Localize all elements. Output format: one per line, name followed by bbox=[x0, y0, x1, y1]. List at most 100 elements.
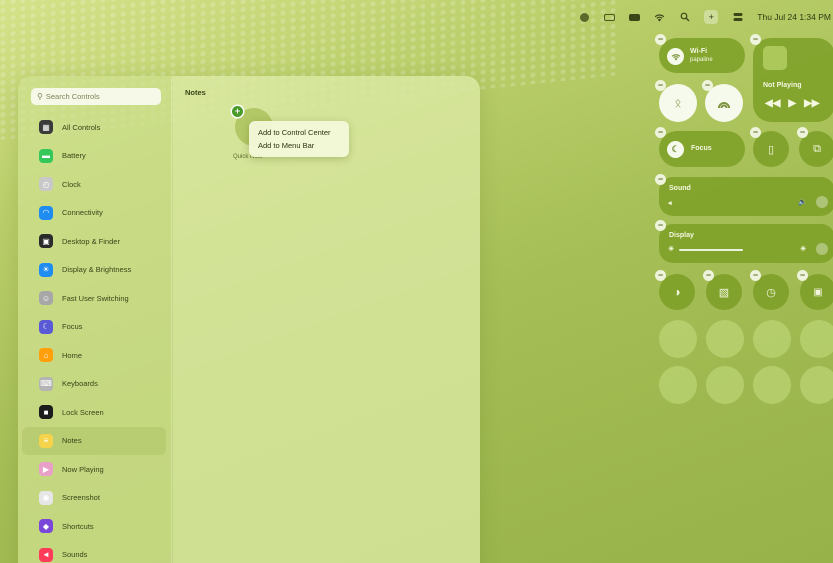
brightness-high-icon: ☀ bbox=[800, 246, 807, 253]
empty-slot bbox=[659, 320, 697, 358]
remove-sound-button[interactable]: − bbox=[655, 174, 666, 185]
screenshot-icon: ▣ bbox=[813, 286, 823, 298]
sidebar-item-label: All Controls bbox=[62, 122, 101, 132]
empty-slot bbox=[706, 320, 744, 358]
remove-timer-button[interactable]: − bbox=[750, 270, 761, 281]
now-playing-title: Not Playing bbox=[763, 82, 802, 89]
rewind-icon[interactable]: ◀◀ bbox=[765, 98, 780, 109]
sidebar-item-label: Desktop & Finder bbox=[62, 236, 120, 246]
display-label: Display bbox=[669, 232, 694, 239]
empty-slot bbox=[753, 320, 791, 358]
remove-airdrop-button[interactable]: − bbox=[702, 80, 713, 91]
search-input[interactable]: ⚲ Search Controls bbox=[31, 88, 161, 105]
play-icon[interactable]: ▶ bbox=[788, 98, 796, 109]
play-icon: ▶ bbox=[39, 462, 53, 477]
dark-mode-icon: ◑ bbox=[673, 285, 681, 299]
sidebar-item-home[interactable]: ⌂ Home bbox=[18, 341, 172, 370]
control-center-icon[interactable] bbox=[732, 13, 743, 22]
wifi-icon[interactable] bbox=[654, 13, 665, 22]
remove-screen-mirroring-button[interactable]: − bbox=[797, 127, 808, 138]
sound-tile: Sound ◂ 🔉 bbox=[659, 177, 833, 216]
sidebar-item-notes[interactable]: ≡ Notes bbox=[22, 426, 166, 455]
sidebar-item-focus[interactable]: ☾ Focus bbox=[18, 313, 172, 342]
remove-calculator-button[interactable]: − bbox=[703, 270, 714, 281]
brightness-icon: ☀ bbox=[39, 262, 53, 277]
fast-forward-icon[interactable]: ▶▶ bbox=[804, 98, 819, 109]
brightness-low-icon: ☀ bbox=[668, 246, 675, 253]
add-to-menu-bar-item[interactable]: Add to Menu Bar bbox=[255, 139, 343, 152]
search-icon: ⚲ bbox=[37, 92, 43, 101]
remove-focus-button[interactable]: − bbox=[655, 127, 666, 138]
sidebar-item-desktop-finder[interactable]: ▣ Desktop & Finder bbox=[18, 227, 172, 256]
sidebar-item-all-controls[interactable]: ▦ All Controls bbox=[18, 113, 172, 142]
sidebar-item-battery[interactable]: ▬ Battery bbox=[18, 142, 172, 171]
audio-output-button[interactable] bbox=[816, 196, 828, 208]
sidebar-item-label: Display & Brightness bbox=[62, 265, 132, 275]
add-icon[interactable]: + bbox=[704, 10, 719, 24]
sidebar-item-sounds[interactable]: ◄ Sounds bbox=[18, 541, 172, 563]
display-settings-button[interactable] bbox=[816, 243, 828, 255]
remove-screenshot-button[interactable]: − bbox=[797, 270, 808, 281]
sidebar-item-label: Lock Screen bbox=[62, 407, 104, 417]
sidebar-item-now-playing[interactable]: ▶ Now Playing bbox=[18, 455, 172, 484]
now-playing-tile[interactable]: Not Playing ◀◀ ▶ ▶▶ bbox=[753, 38, 833, 122]
wifi-tile[interactable]: Wi-Fi papaline bbox=[659, 38, 745, 73]
controls-content: Notes Quick Note + Add to Control Center… bbox=[173, 76, 480, 563]
search-icon[interactable] bbox=[679, 12, 690, 22]
moon-icon: ☾ bbox=[667, 141, 684, 158]
display-icon[interactable] bbox=[604, 13, 616, 22]
search-placeholder: Search Controls bbox=[45, 92, 100, 101]
battery-icon[interactable] bbox=[629, 13, 641, 22]
airdrop-icon bbox=[718, 102, 730, 109]
timer-icon: ◷ bbox=[766, 286, 776, 299]
playback-controls: ◀◀ ▶ ▶▶ bbox=[765, 98, 819, 109]
sidebar-item-label: Focus bbox=[62, 322, 83, 332]
remove-wifi-button[interactable]: − bbox=[655, 34, 666, 45]
remove-dark-mode-button[interactable]: − bbox=[655, 270, 666, 281]
bluetooth-toggle[interactable]: ᛟ bbox=[659, 84, 697, 122]
sidebar: ⚲ Search Controls ▦ All Controls ▬ Battery ◴… bbox=[18, 76, 172, 563]
battery-icon: ▬ bbox=[39, 148, 53, 163]
sidebar-item-screenshot[interactable]: ◉ Screenshot bbox=[18, 484, 172, 513]
sidebar-item-connectivity[interactable]: ◠ Connectivity bbox=[18, 199, 172, 228]
add-badge-icon[interactable]: + bbox=[232, 106, 243, 117]
wifi-network: papaline bbox=[690, 57, 713, 63]
record-icon[interactable] bbox=[579, 12, 590, 22]
sidebar-item-display-brightness[interactable]: ☀ Display & Brightness bbox=[18, 256, 172, 285]
sidebar-item-clock[interactable]: ◴ Clock bbox=[18, 170, 172, 199]
sidebar-item-label: Home bbox=[62, 350, 83, 360]
sidebar-item-shortcuts[interactable]: ◆ Shortcuts bbox=[18, 512, 172, 541]
grid-icon: ▦ bbox=[39, 120, 53, 135]
sidebar-item-label: Now Playing bbox=[62, 464, 104, 474]
empty-slot bbox=[706, 366, 744, 404]
remove-bluetooth-button[interactable]: − bbox=[655, 80, 666, 91]
remove-display-button[interactable]: − bbox=[655, 220, 666, 231]
empty-slot bbox=[659, 366, 697, 404]
dark-mode-toggle[interactable]: ◑ bbox=[659, 274, 695, 310]
notes-icon: ≡ bbox=[39, 433, 53, 448]
add-control-menu: Add to Control Center Add to Menu Bar bbox=[249, 121, 349, 157]
sound-label: Sound bbox=[669, 185, 691, 192]
sidebar-item-label: Fast User Switching bbox=[62, 293, 129, 303]
display-tile: Display ☀ ☀ bbox=[659, 224, 833, 263]
speaker-high-icon: 🔉 bbox=[798, 199, 807, 206]
focus-tile[interactable]: ☾ Focus bbox=[659, 131, 745, 167]
sidebar-item-lock-screen[interactable]: ■ Lock Screen bbox=[18, 398, 172, 427]
menu-bar-clock[interactable]: Thu Jul 24 1:34 PM bbox=[757, 12, 831, 22]
user-icon: ☺ bbox=[39, 291, 53, 306]
speaker-icon: ◄ bbox=[39, 547, 53, 562]
add-to-control-center-item[interactable]: Add to Control Center bbox=[255, 126, 343, 139]
moon-icon: ☾ bbox=[39, 319, 53, 334]
sidebar-item-fast-user-switching[interactable]: ☺ Fast User Switching bbox=[18, 284, 172, 313]
remove-now-playing-button[interactable]: − bbox=[750, 34, 761, 45]
home-icon: ⌂ bbox=[39, 348, 53, 363]
stage-manager-icon: ▯ bbox=[767, 143, 775, 156]
display-brightness-slider[interactable] bbox=[679, 249, 743, 251]
sidebar-item-keyboards[interactable]: ⌨ Keyboards bbox=[18, 370, 172, 399]
empty-slot bbox=[753, 366, 791, 404]
remove-stage-manager-button[interactable]: − bbox=[750, 127, 761, 138]
desktop-icon: ▣ bbox=[39, 234, 53, 249]
sidebar-item-label: Sounds bbox=[62, 550, 88, 560]
calculator-icon: ▧ bbox=[718, 286, 730, 299]
shortcuts-icon: ◆ bbox=[39, 519, 53, 534]
